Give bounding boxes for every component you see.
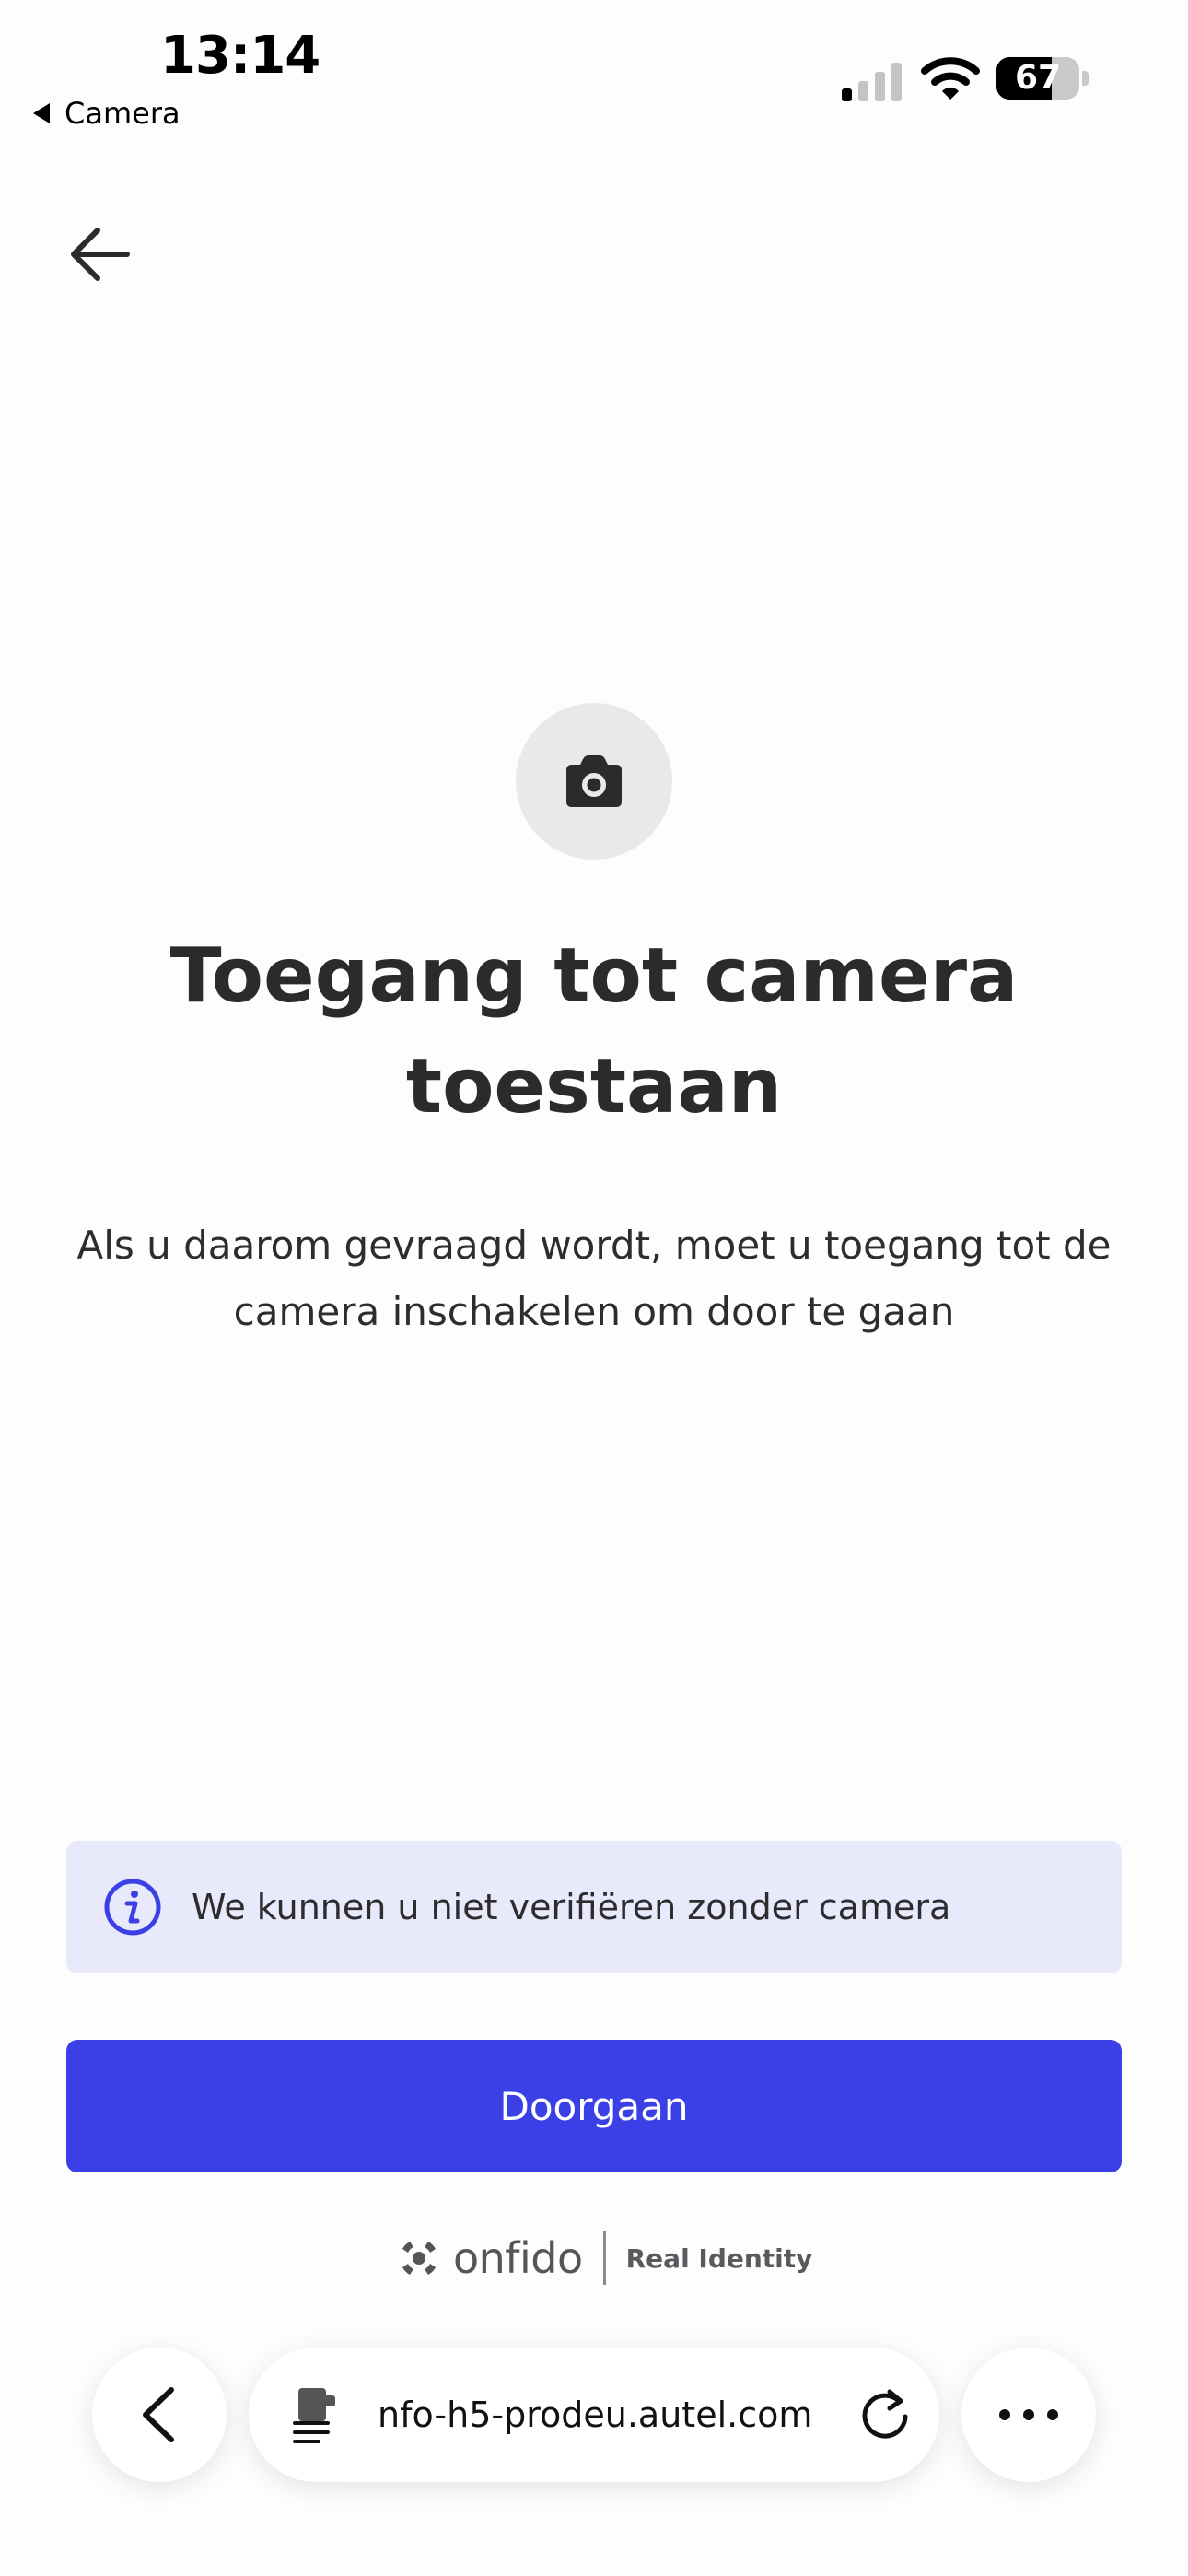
- info-icon: [104, 1879, 161, 1936]
- chevron-left-icon: [143, 2387, 174, 2442]
- brand-name: onfido: [453, 2233, 583, 2283]
- brand-footer: onfido Real Identity: [396, 2230, 812, 2287]
- page-description: Als u daarom gevraagd wordt, moet u toeg…: [76, 1223, 1112, 1334]
- info-banner-text: We kunnen u niet verifiëren zonder camer…: [192, 1887, 951, 1927]
- battery-indicator: 67: [996, 57, 1089, 100]
- url-value: nfo-h5-prodeu.autel.com: [378, 2395, 813, 2435]
- battery-cap: [1082, 71, 1089, 86]
- more-icon-dot: [1023, 2409, 1034, 2420]
- site-settings-icon: [293, 2388, 335, 2443]
- more-options-button[interactable]: [961, 2348, 1096, 2482]
- wifi-icon: [921, 57, 980, 100]
- brand-tagline: Real Identity: [625, 2242, 813, 2274]
- address-bar[interactable]: nfo-h5-prodeu.autel.com: [249, 2348, 939, 2482]
- url-text: nfo-h5-prodeu.autel.com: [378, 2348, 875, 2482]
- more-icon-dot: [1047, 2409, 1058, 2420]
- status-back-to-app[interactable]: Camera: [33, 96, 181, 131]
- page: 13:14 Camera 67 Toegang tot camera toest…: [0, 0, 1188, 2576]
- onfido-logo-icon: [402, 2242, 436, 2275]
- camera-icon: [566, 755, 622, 807]
- battery-body: 67: [996, 57, 1079, 100]
- status-time: 13:14: [160, 26, 320, 86]
- continue-button[interactable]: Doorgaan: [66, 2040, 1122, 2172]
- camera-icon-badge: [516, 703, 672, 860]
- status-back-label: Camera: [64, 96, 181, 131]
- cellular-signal-icon: [842, 63, 902, 101]
- page-title: Toegang tot camera toestaan: [169, 932, 1019, 1130]
- brand-divider: [602, 2231, 606, 2285]
- more-icon-dot: [999, 2409, 1010, 2420]
- back-triangle-icon: [33, 103, 50, 123]
- info-banner: We kunnen u niet verifiëren zonder camer…: [66, 1841, 1122, 1973]
- browser-back-button[interactable]: [92, 2348, 227, 2482]
- battery-level: 67: [1014, 59, 1062, 97]
- reload-icon[interactable]: [856, 2386, 914, 2443]
- arrow-left-icon[interactable]: [64, 221, 134, 287]
